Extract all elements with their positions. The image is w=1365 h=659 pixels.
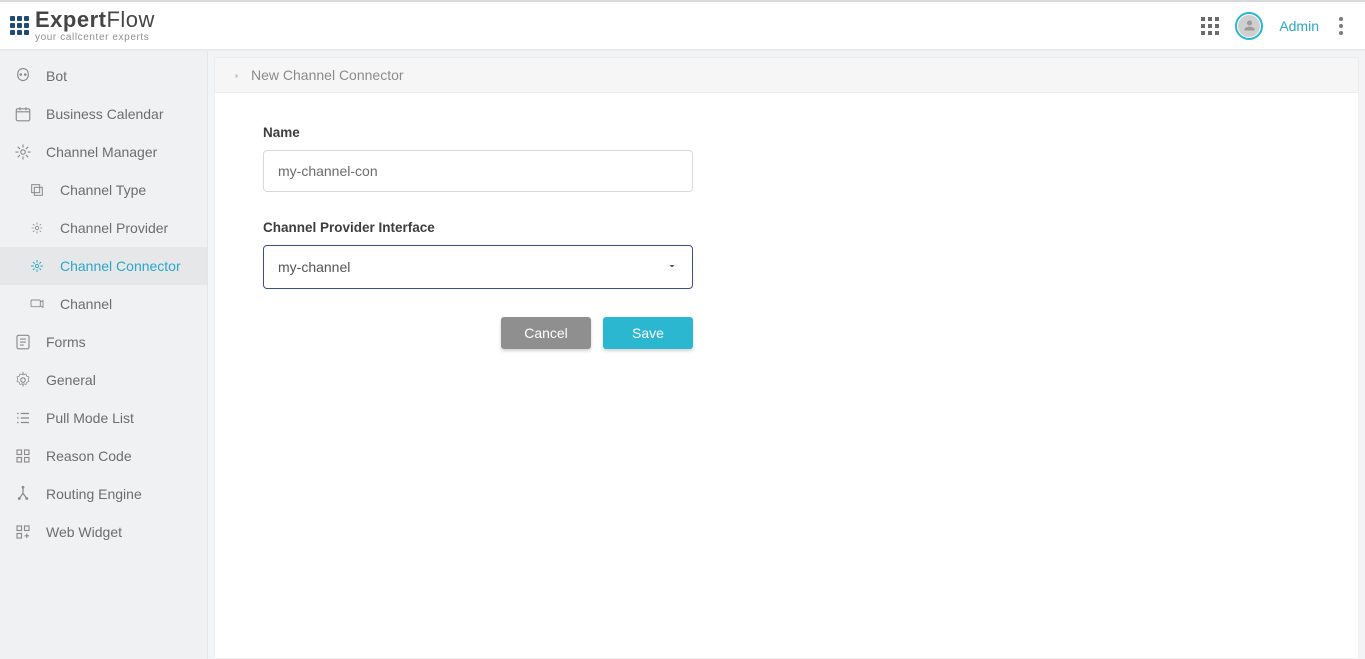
channel-icon	[28, 295, 46, 313]
sidebar-item-label: Channel Provider	[60, 220, 193, 236]
name-input[interactable]	[263, 150, 693, 192]
widget-icon	[14, 523, 32, 541]
logo-tagline: your callcenter experts	[35, 33, 155, 43]
sidebar-item-pull-mode-list[interactable]: Pull Mode List	[0, 399, 207, 437]
sidebar-item-general[interactable]: General	[0, 361, 207, 399]
logo: ExpertFlow your callcenter experts	[10, 9, 155, 43]
sidebar-item-label: Reason Code	[46, 448, 193, 464]
apps-grid-icon[interactable]	[1201, 17, 1219, 35]
chevron-down-icon	[179, 487, 193, 501]
logo-text-flow: Flow	[106, 7, 154, 32]
sidebar-item-channel[interactable]: Channel	[0, 285, 207, 323]
breadcrumb-chevron-icon	[233, 67, 241, 83]
sidebar-item-channel-connector[interactable]: Channel Connector	[0, 247, 207, 285]
routing-icon	[14, 485, 32, 503]
cpi-label: Channel Provider Interface	[263, 220, 1310, 235]
sidebar-item-bot[interactable]: Bot	[0, 57, 207, 95]
save-button[interactable]: Save	[603, 317, 693, 349]
list-icon	[14, 409, 32, 427]
sidebar-item-routing-engine[interactable]: Routing Engine	[0, 475, 207, 513]
breadcrumb-current: New Channel Connector	[251, 67, 404, 83]
gear-icon	[14, 371, 32, 389]
sidebar: Bot Business Calendar Channel Manager Ch…	[0, 51, 208, 659]
forms-icon	[14, 333, 32, 351]
avatar-icon	[1238, 15, 1260, 37]
cpi-select[interactable]: my-channel	[263, 245, 693, 289]
sidebar-item-reason-code[interactable]: Reason Code	[0, 437, 207, 475]
form-panel: Name Channel Provider Interface my-chann…	[214, 93, 1359, 659]
user-avatar[interactable]	[1235, 12, 1263, 40]
calendar-icon	[14, 105, 32, 123]
sidebar-item-web-widget[interactable]: Web Widget	[0, 513, 207, 551]
sidebar-item-label: Forms	[46, 334, 193, 350]
sidebar-item-label: Web Widget	[46, 524, 193, 540]
sidebar-item-label: Channel Connector	[60, 258, 193, 274]
channel-connector-icon	[28, 257, 46, 275]
chevron-up-icon	[179, 145, 193, 159]
logo-text-expert: Expert	[35, 7, 106, 32]
dropdown-arrow-icon	[666, 259, 678, 275]
channel-provider-icon	[28, 219, 46, 237]
channel-type-icon	[28, 181, 46, 199]
sidebar-item-channel-type[interactable]: Channel Type	[0, 171, 207, 209]
sidebar-item-business-calendar[interactable]: Business Calendar	[0, 95, 207, 133]
sidebar-item-label: Bot	[46, 68, 193, 84]
sidebar-item-label: Channel Type	[60, 182, 193, 198]
sidebar-item-label: Routing Engine	[46, 486, 165, 502]
sidebar-item-channel-provider[interactable]: Channel Provider	[0, 209, 207, 247]
channel-manager-icon	[14, 143, 32, 161]
name-label: Name	[263, 125, 1310, 140]
sidebar-item-label: Pull Mode List	[46, 410, 193, 426]
cancel-button[interactable]: Cancel	[501, 317, 591, 349]
sidebar-item-label: General	[46, 372, 165, 388]
collapse-sidebar-icon[interactable]	[14, 624, 32, 647]
more-menu-icon[interactable]	[1335, 13, 1347, 39]
bot-icon	[14, 67, 32, 85]
sidebar-item-label: Business Calendar	[46, 106, 193, 122]
sidebar-item-forms[interactable]: Forms	[0, 323, 207, 361]
logo-text: ExpertFlow	[35, 9, 155, 31]
logo-mark-icon	[10, 16, 29, 35]
user-name-label[interactable]: Admin	[1279, 18, 1319, 34]
sidebar-item-channel-manager[interactable]: Channel Manager	[0, 133, 207, 171]
cpi-select-value: my-channel	[278, 259, 350, 275]
sidebar-item-label: Channel	[60, 296, 193, 312]
breadcrumb: New Channel Connector	[214, 57, 1359, 93]
app-header: ExpertFlow your callcenter experts Admin	[0, 2, 1365, 50]
sidebar-item-label: Channel Manager	[46, 144, 165, 160]
grid-icon	[14, 447, 32, 465]
chevron-down-icon	[179, 373, 193, 387]
